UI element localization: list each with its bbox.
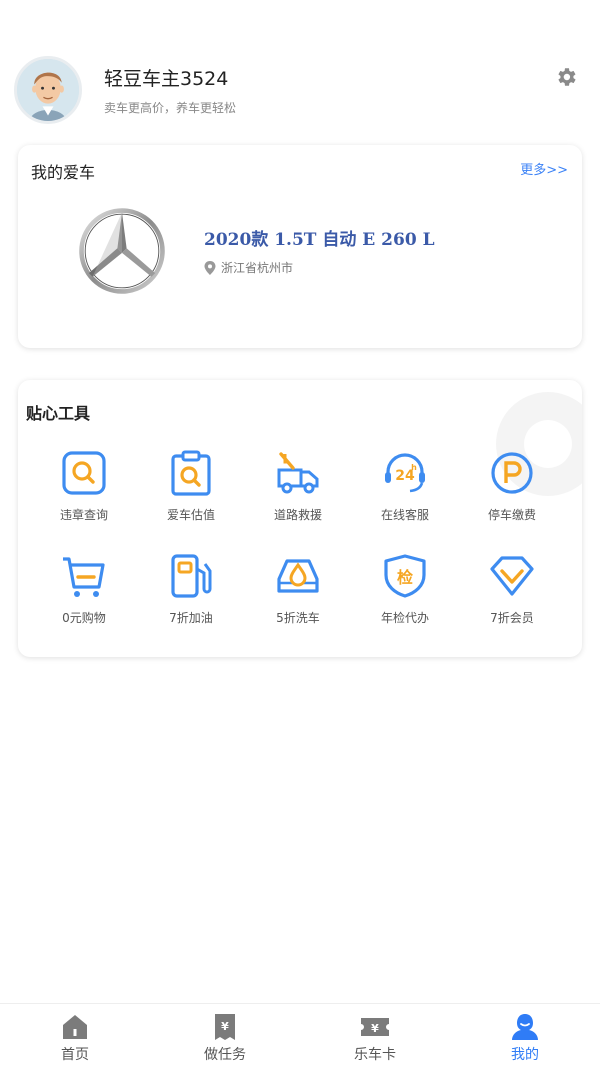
car-location: 浙江省杭州市	[204, 259, 293, 276]
more-link[interactable]: 更多>>	[520, 159, 568, 178]
car-valuation-icon	[171, 450, 211, 496]
task-icon: ¥	[215, 1014, 235, 1040]
tool-violation-search[interactable]: 违章查询	[34, 450, 134, 540]
road-rescue-icon	[277, 452, 319, 494]
card-icon: ¥	[361, 1018, 389, 1036]
tool-fuel[interactable]: 7折加油	[141, 553, 241, 643]
online-service-icon: 24 h	[385, 453, 425, 493]
tool-membership[interactable]: 7折会员	[462, 553, 562, 643]
tool-car-valuation[interactable]: 爱车估值	[141, 450, 241, 540]
tool-parking-fee[interactable]: 停车缴费	[462, 450, 562, 540]
tools-title: 贴心工具	[26, 404, 91, 423]
tool-road-rescue[interactable]: 道路救援	[248, 450, 348, 540]
mercedes-logo	[79, 208, 165, 294]
tool-online-service[interactable]: 24 h 在线客服	[355, 450, 455, 540]
tool-car-wash[interactable]: 5折洗车	[248, 553, 348, 643]
tab-car-card[interactable]: ¥ 乐车卡	[300, 1004, 450, 1067]
tab-label: 做任务	[204, 1047, 246, 1063]
svg-text:¥: ¥	[371, 1022, 379, 1035]
profile-icon	[512, 1014, 538, 1040]
tool-label: 5折洗车	[276, 611, 320, 625]
tool-label: 爱车估值	[166, 508, 215, 522]
tab-home[interactable]: 首页	[0, 1004, 150, 1067]
svg-text:检: 检	[397, 568, 413, 587]
home-icon	[63, 1015, 87, 1039]
tool-label: 停车缴费	[487, 508, 536, 522]
profile-header: 轻豆车主3524 卖车更高价，养车更轻松	[0, 50, 600, 134]
tool-label: 7折会员	[490, 611, 534, 625]
car-model[interactable]: 2020款 1.5T 自动 E 260 L	[204, 225, 435, 250]
tool-shopping[interactable]: 0元购物	[34, 553, 134, 643]
car-wash-icon	[277, 559, 319, 593]
parking-fee-icon	[491, 452, 533, 494]
svg-text:¥: ¥	[221, 1020, 229, 1033]
fuel-icon	[171, 554, 212, 598]
tool-label: 7折加油	[169, 611, 213, 625]
tool-inspection[interactable]: 检 年检代办	[355, 553, 455, 643]
svg-text:h: h	[411, 463, 417, 472]
location-text: 浙江省杭州市	[221, 261, 294, 275]
tool-label: 在线客服	[380, 508, 429, 522]
membership-icon	[490, 556, 534, 596]
gear-icon[interactable]	[554, 65, 578, 89]
shopping-cart-icon	[63, 557, 105, 597]
tab-label: 我的	[511, 1047, 539, 1063]
my-car-title: 我的爱车	[31, 163, 96, 182]
tool-label: 0元购物	[62, 611, 106, 625]
bottom-tab-bar: 首页 ¥ 做任务 ¥ 乐车卡 我的	[0, 1003, 600, 1067]
avatar-illustration	[17, 59, 79, 121]
username: 轻豆车主3524	[104, 68, 229, 90]
tool-label: 年检代办	[380, 611, 429, 625]
tab-mine[interactable]: 我的	[450, 1004, 600, 1067]
slogan: 卖车更高价，养车更轻松	[104, 101, 237, 115]
location-pin-icon	[204, 260, 216, 275]
my-car-card: 我的爱车 更多>> 2020款 1.5T 自动 E 260 L 浙江省杭州市	[18, 145, 582, 348]
tool-label: 道路救援	[273, 508, 322, 522]
tab-label: 乐车卡	[354, 1047, 396, 1063]
violation-search-icon	[62, 451, 106, 495]
inspection-icon: 检	[384, 554, 426, 598]
tool-label: 违章查询	[59, 508, 108, 522]
tab-tasks[interactable]: ¥ 做任务	[150, 1004, 300, 1067]
avatar[interactable]	[14, 56, 82, 124]
tools-card: 贴心工具 违章查询 爱车估值 道路救援 24 h 在线客服 停车缴费 0元购物 …	[18, 380, 582, 657]
tab-label: 首页	[61, 1047, 89, 1063]
